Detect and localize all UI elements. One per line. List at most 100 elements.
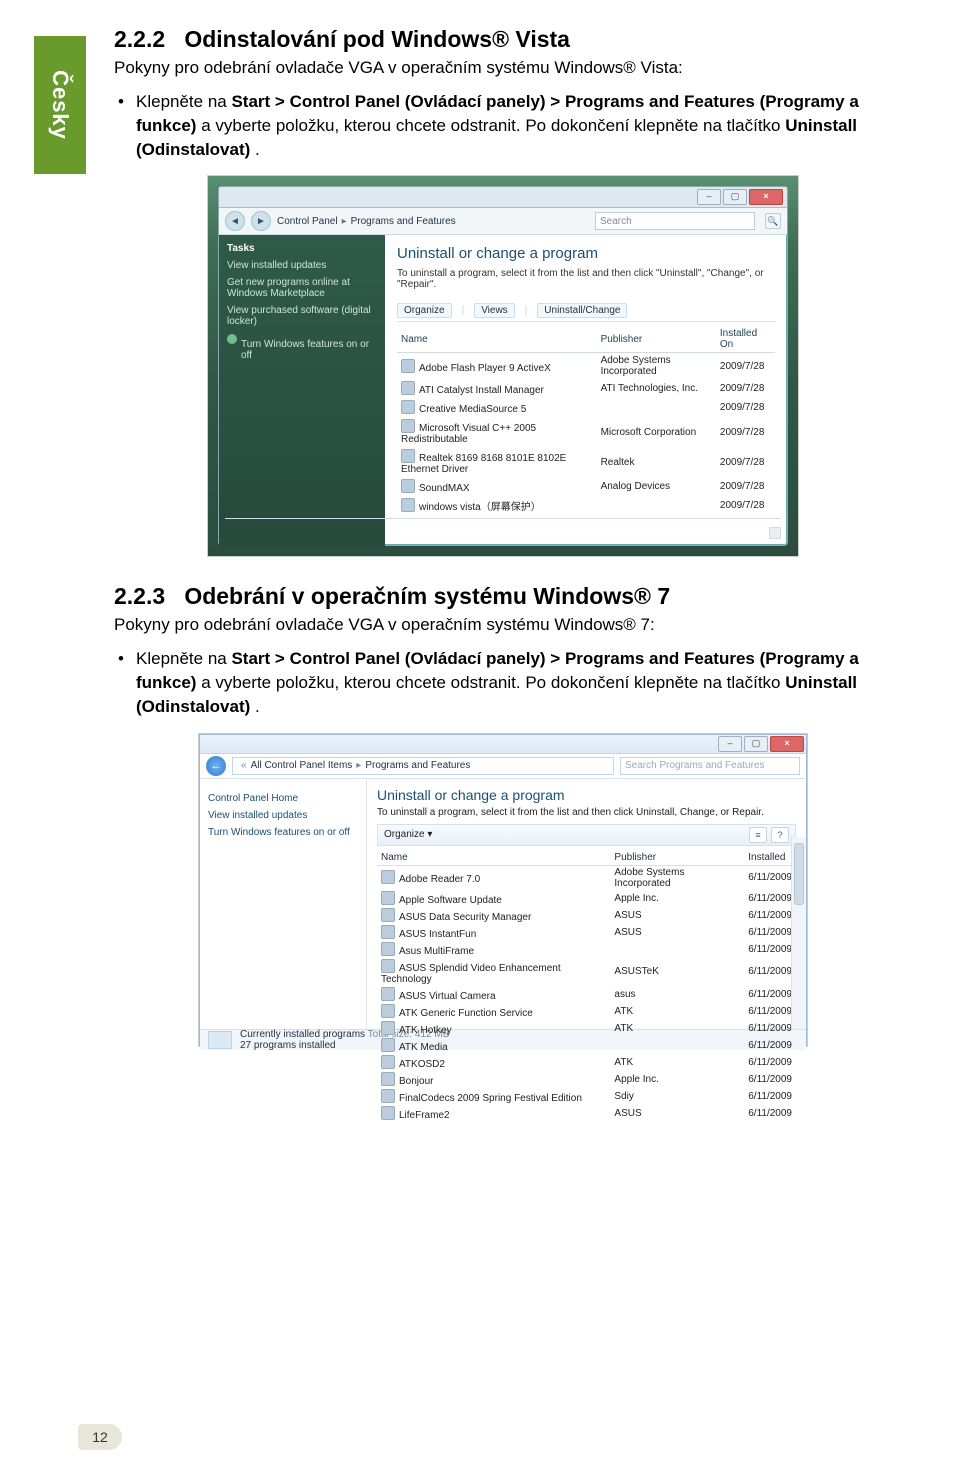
back-icon[interactable]: ◄ <box>225 211 245 231</box>
sidebar: Control Panel Home View installed update… <box>200 779 367 1029</box>
language-label: Česky <box>47 70 73 140</box>
app-icon <box>381 908 395 922</box>
search-icon[interactable]: 🔍 <box>765 213 781 229</box>
app-icon <box>381 1089 395 1103</box>
heading-vista: 2.2.2 Odinstalování pod Windows® Vista <box>114 26 892 53</box>
sidebar-link[interactable]: Control Panel Home <box>208 793 358 804</box>
organize-button[interactable]: Organize ▾ <box>384 829 432 840</box>
app-icon <box>381 987 395 1001</box>
table-row[interactable]: Creative MediaSource 52009/7/28 <box>397 398 775 417</box>
table-row[interactable]: ASUS Virtual Cameraasus6/11/2009 <box>377 986 796 1003</box>
table-row[interactable]: ATKOSD2ATK6/11/2009 <box>377 1054 796 1071</box>
col-installed[interactable]: Installed <box>744 850 796 866</box>
table-row[interactable]: Asus MultiFrame6/11/2009 <box>377 941 796 958</box>
content-heading: Uninstall or change a program <box>377 787 796 803</box>
help-icon[interactable]: ? <box>771 827 789 843</box>
app-icon <box>401 479 415 493</box>
organize-button[interactable]: Organize <box>397 303 452 318</box>
table-row[interactable]: Adobe Reader 7.0Adobe Systems Incorporat… <box>377 865 796 890</box>
app-icon <box>381 1038 395 1052</box>
min-button[interactable]: – <box>697 189 721 205</box>
programs-table: Name Publisher Installed Adobe Reader 7.… <box>377 850 796 1122</box>
content-heading: Uninstall or change a program <box>397 245 775 262</box>
sidebar-link[interactable]: View installed updates <box>227 260 377 271</box>
app-icon <box>381 1021 395 1035</box>
resize-grip[interactable] <box>769 527 781 539</box>
search-input[interactable]: Search <box>595 212 755 230</box>
toolbar: Organize | Views | Uninstall/Change <box>397 300 775 322</box>
shield-icon <box>227 334 237 344</box>
sidebar-link[interactable]: Get new programs online at Windows Marke… <box>227 277 377 299</box>
app-icon <box>381 1055 395 1069</box>
min-button[interactable]: – <box>718 736 742 752</box>
breadcrumb-bar: ◄ ► Control Panel ▸ Programs and Feature… <box>219 208 787 235</box>
package-icon <box>208 1031 232 1049</box>
window-titlebar: – ▢ × <box>200 735 806 754</box>
close-button[interactable]: × <box>749 189 783 205</box>
sidebar-link[interactable]: View purchased software (digital locker) <box>227 305 377 327</box>
max-button[interactable]: ▢ <box>744 736 768 752</box>
v-scrollbar[interactable] <box>791 837 806 1029</box>
bullet-vista: Klepněte na Start > Control Panel (Ovlád… <box>114 90 892 161</box>
chevron-icon: ▸ <box>342 216 347 227</box>
app-icon <box>401 400 415 414</box>
toolbar: Organize ▾ ≡ ? <box>377 824 796 846</box>
app-icon <box>401 449 415 463</box>
col-name[interactable]: Name <box>377 850 610 866</box>
crumb-2[interactable]: Programs and Features <box>365 760 470 771</box>
table-row[interactable]: BonjourApple Inc.6/11/2009 <box>377 1071 796 1088</box>
uninstall-button[interactable]: Uninstall/Change <box>537 303 627 318</box>
view-icon[interactable]: ≡ <box>749 827 767 843</box>
col-installed[interactable]: Installed On <box>716 326 775 353</box>
lead-vista: Pokyny pro odebrání ovladače VGA v opera… <box>114 57 892 80</box>
app-icon <box>381 891 395 905</box>
table-row[interactable]: Apple Software UpdateApple Inc.6/11/2009 <box>377 890 796 907</box>
table-row[interactable]: FinalCodecs 2009 Spring Festival Edition… <box>377 1088 796 1105</box>
table-row[interactable]: ASUS InstantFunASUS6/11/2009 <box>377 924 796 941</box>
col-publisher[interactable]: Publisher <box>610 850 744 866</box>
sidebar-link[interactable]: Turn Windows features on or off <box>208 827 358 838</box>
search-input[interactable]: Search Programs and Features <box>620 757 800 775</box>
sidebar-link[interactable]: Turn Windows features on or off <box>241 339 377 361</box>
content-sub: To uninstall a program, select it from t… <box>377 807 796 818</box>
app-icon <box>401 381 415 395</box>
heading-win7: 2.2.3 Odebrání v operačním systému Windo… <box>114 583 892 610</box>
h-scrollbar[interactable] <box>225 518 781 527</box>
crumb-1[interactable]: Control Panel <box>277 216 338 227</box>
page-number: 12 <box>78 1424 122 1450</box>
table-row[interactable]: Adobe Flash Player 9 ActiveXAdobe System… <box>397 353 775 380</box>
table-row[interactable]: ASUS Splendid Video Enhancement Technolo… <box>377 958 796 986</box>
crumb-2[interactable]: Programs and Features <box>351 216 456 227</box>
close-button[interactable]: × <box>770 736 804 752</box>
app-icon <box>381 1072 395 1086</box>
table-row[interactable]: Microsoft Visual C++ 2005 Redistributabl… <box>397 417 775 447</box>
crumb-1[interactable]: All Control Panel Items <box>251 760 353 771</box>
table-row[interactable]: ATI Catalyst Install ManagerATI Technolo… <box>397 379 775 398</box>
table-row[interactable]: LifeFrame2ASUS6/11/2009 <box>377 1105 796 1122</box>
back-icon[interactable]: ← <box>206 756 226 776</box>
app-icon <box>381 942 395 956</box>
tasks-heading: Tasks <box>227 243 377 254</box>
app-icon <box>401 498 415 512</box>
forward-icon[interactable]: ► <box>251 211 271 231</box>
table-row[interactable]: Realtek 8169 8168 8101E 8102E Ethernet D… <box>397 447 775 477</box>
window-titlebar: – ▢ × <box>219 187 787 208</box>
views-button[interactable]: Views <box>474 303 515 318</box>
table-row[interactable]: ATK Media6/11/2009 <box>377 1037 796 1054</box>
lead-win7: Pokyny pro odebrání ovladače VGA v opera… <box>114 614 892 637</box>
col-name[interactable]: Name <box>397 326 597 353</box>
app-icon <box>381 1106 395 1120</box>
table-row[interactable]: SoundMAXAnalog Devices2009/7/28 <box>397 477 775 496</box>
table-row[interactable]: windows vista（屏幕保护）2009/7/28 <box>397 496 775 515</box>
sidebar-link[interactable]: View installed updates <box>208 810 358 821</box>
screenshot-vista: – ▢ × ◄ ► Control Panel ▸ Programs and F… <box>207 175 799 557</box>
table-row[interactable]: ASUS Data Security ManagerASUS6/11/2009 <box>377 907 796 924</box>
bullet-win7: Klepněte na Start > Control Panel (Ovlád… <box>114 647 892 718</box>
table-row[interactable]: ATK HotkeyATK6/11/2009 <box>377 1020 796 1037</box>
app-icon <box>401 419 415 433</box>
col-publisher[interactable]: Publisher <box>597 326 716 353</box>
app-icon <box>401 359 415 373</box>
programs-table: Name Publisher Installed On Adobe Flash … <box>397 326 775 515</box>
max-button[interactable]: ▢ <box>723 189 747 205</box>
table-row[interactable]: ATK Generic Function ServiceATK6/11/2009 <box>377 1003 796 1020</box>
